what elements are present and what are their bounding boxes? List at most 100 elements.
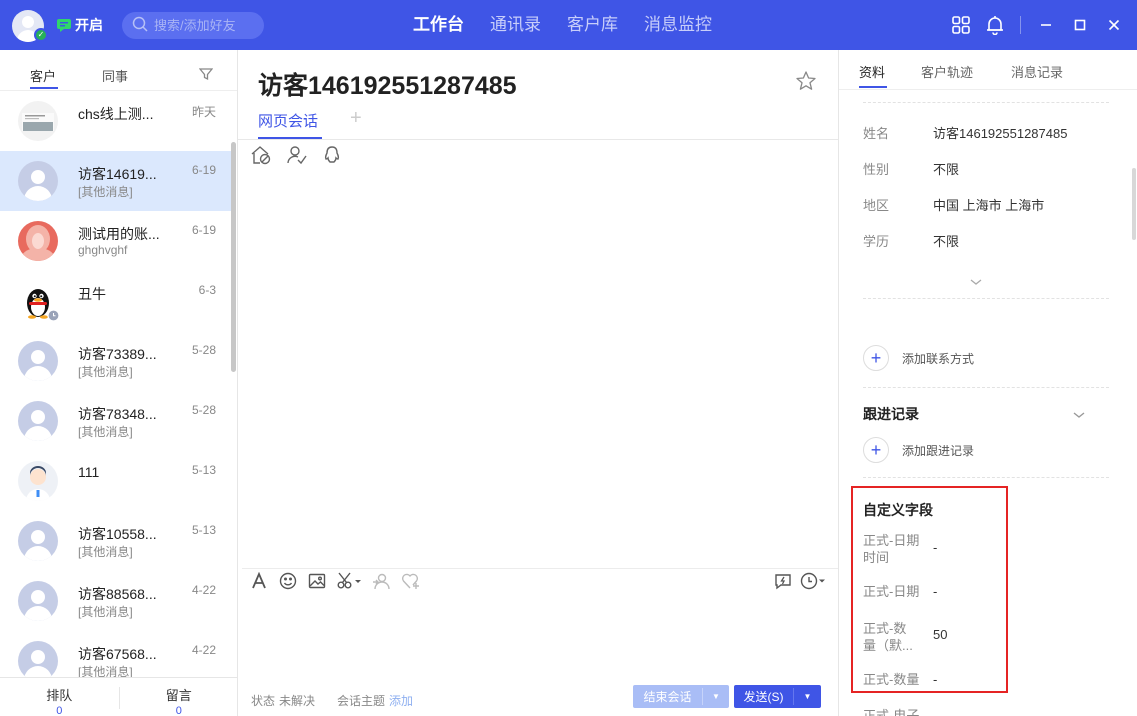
image-icon[interactable] (308, 572, 326, 593)
status-value[interactable]: 未解决 (279, 692, 315, 709)
conversation-preview: [其他消息] (78, 425, 133, 439)
field-value[interactable]: 不限 (933, 161, 959, 179)
filter-icon[interactable] (198, 67, 214, 84)
avatar (18, 101, 58, 141)
field-label: 正式-日期 (863, 584, 920, 599)
chat-status-icon (56, 18, 72, 32)
list-item[interactable]: 访客14619... [其他消息] 6-19 (0, 151, 232, 211)
list-item[interactable]: 111 5-13 (0, 451, 232, 511)
tab-message-records[interactable]: 消息记录 (1011, 62, 1063, 81)
clock-badge-icon (47, 309, 60, 325)
minimize-icon[interactable] (1029, 8, 1063, 42)
conversation-preview: [其他消息] (78, 545, 133, 559)
user-check-icon[interactable] (286, 145, 308, 168)
conversation-name: 访客14619... (78, 166, 157, 182)
maximize-icon[interactable] (1063, 8, 1097, 42)
apps-grid-icon[interactable] (944, 8, 978, 42)
online-check-icon: ✓ (34, 28, 48, 42)
field-value[interactable]: - (933, 583, 937, 600)
chevron-down-icon[interactable] (1072, 407, 1086, 422)
divider (863, 102, 1109, 103)
add-topic-link[interactable]: 添加 (389, 692, 413, 709)
nav-customers[interactable]: 客户库 (554, 0, 631, 50)
search-icon (132, 16, 148, 35)
quick-reply-icon[interactable] (774, 572, 792, 593)
search-input[interactable] (154, 18, 264, 33)
avatar (18, 401, 58, 441)
field-value[interactable]: - (933, 539, 937, 556)
queue-button[interactable]: 排队 0 (0, 678, 119, 716)
tab-customers[interactable]: 客户 (30, 66, 56, 85)
font-icon[interactable] (250, 571, 268, 593)
right-tabs: 资料 客户轨迹 消息记录 (839, 50, 1137, 90)
queue-count: 0 (56, 705, 63, 716)
field-value[interactable]: - (933, 671, 937, 688)
status-label: 状态 (251, 694, 276, 708)
tab-web-session[interactable]: 网页会话 (258, 110, 318, 131)
list-item[interactable]: 访客10558... [其他消息] 5-13 (0, 511, 232, 571)
status-toggle[interactable]: 开启 (56, 15, 103, 35)
send-button[interactable]: 发送(S) ▼ (734, 685, 821, 708)
tab-customer-track[interactable]: 客户轨迹 (921, 62, 973, 81)
list-item[interactable]: 访客88568... [其他消息] 4-22 (0, 571, 232, 631)
field-label: 性别 (863, 162, 890, 177)
field-value[interactable]: 50 (933, 626, 947, 643)
list-scrollbar[interactable] (231, 142, 236, 372)
nav-message-monitor[interactable]: 消息监控 (631, 0, 725, 50)
bell-icon[interactable] (978, 8, 1012, 42)
top-bar: ✓ 开启 工作台 通讯录 客户库 消息监控 (0, 0, 1137, 50)
list-item[interactable]: chs线上测... 昨天 (0, 91, 232, 151)
window-controls (944, 0, 1137, 50)
divider (242, 568, 838, 569)
message-label: 留言 (165, 688, 192, 703)
tab-colleagues[interactable]: 同事 (102, 66, 128, 85)
nav-workbench[interactable]: 工作台 (400, 0, 477, 50)
add-tab-button[interactable]: + (350, 107, 362, 130)
emoji-icon[interactable] (279, 572, 297, 593)
heart-add-icon[interactable] (401, 572, 421, 593)
editor-right-toolbar (774, 572, 826, 593)
conversation-name: 访客10558... (78, 526, 157, 542)
field-value[interactable]: 不限 (933, 233, 959, 251)
active-tab-indicator (30, 87, 58, 89)
queue-label: 排队 (46, 688, 73, 703)
conversation-date: 5-13 (191, 463, 216, 477)
qq-icon[interactable] (322, 145, 342, 168)
tab-profile[interactable]: 资料 (859, 62, 885, 81)
list-item[interactable]: 访客78348... [其他消息] 5-28 (0, 391, 232, 451)
conversation-preview: [其他消息] (78, 365, 133, 379)
conversation-name: 111 (78, 464, 100, 480)
status-label: 开启 (75, 17, 103, 33)
field-label: 正式-数 量（默... (863, 621, 913, 653)
history-clock-icon[interactable] (800, 572, 826, 593)
add-contact-button[interactable]: + 添加联系方式 (863, 345, 974, 371)
leave-message-button[interactable]: 留言 0 (120, 678, 239, 716)
end-session-button[interactable]: 结束会话 ▼ (633, 685, 729, 708)
conversation-panel: 客户 同事 chs线上测... 昨天 访客14619... [其他消息] 6-1… (0, 50, 238, 716)
expand-chevron-icon[interactable] (969, 274, 983, 289)
panel-scrollbar[interactable] (1132, 168, 1136, 240)
list-item[interactable]: 测试用的账... ghghvghf 6-19 (0, 211, 232, 271)
plus-icon: + (863, 437, 889, 463)
field-value[interactable]: 访客146192551287485 (933, 125, 1067, 143)
scissors-icon[interactable] (337, 572, 361, 593)
list-item[interactable]: 访客73389... [其他消息] 5-28 (0, 331, 232, 391)
transfer-user-icon[interactable] (372, 572, 390, 593)
star-icon[interactable] (795, 70, 817, 95)
search-box[interactable] (122, 12, 264, 39)
chevron-down-icon[interactable]: ▼ (794, 692, 821, 701)
add-follow-button[interactable]: + 添加跟进记录 (863, 437, 974, 463)
conversation-date: 昨天 (191, 105, 216, 119)
field-value[interactable]: 中国 上海市 上海市 (933, 197, 1044, 215)
list-item[interactable]: 访客67568... [其他消息] 4-22 (0, 631, 232, 677)
avatar (18, 161, 58, 201)
close-icon[interactable] (1097, 8, 1131, 42)
list-item[interactable]: 丑牛 6-3 (0, 271, 232, 331)
end-session-label: 结束会话 (633, 688, 703, 705)
chevron-down-icon[interactable]: ▼ (703, 692, 729, 701)
conversation-preview: [其他消息] (78, 605, 133, 619)
home-block-icon[interactable] (250, 145, 272, 168)
nav-contacts[interactable]: 通讯录 (477, 0, 554, 50)
conversation-name: 访客78348... (78, 406, 157, 422)
conversation-name: 测试用的账... (78, 226, 160, 242)
